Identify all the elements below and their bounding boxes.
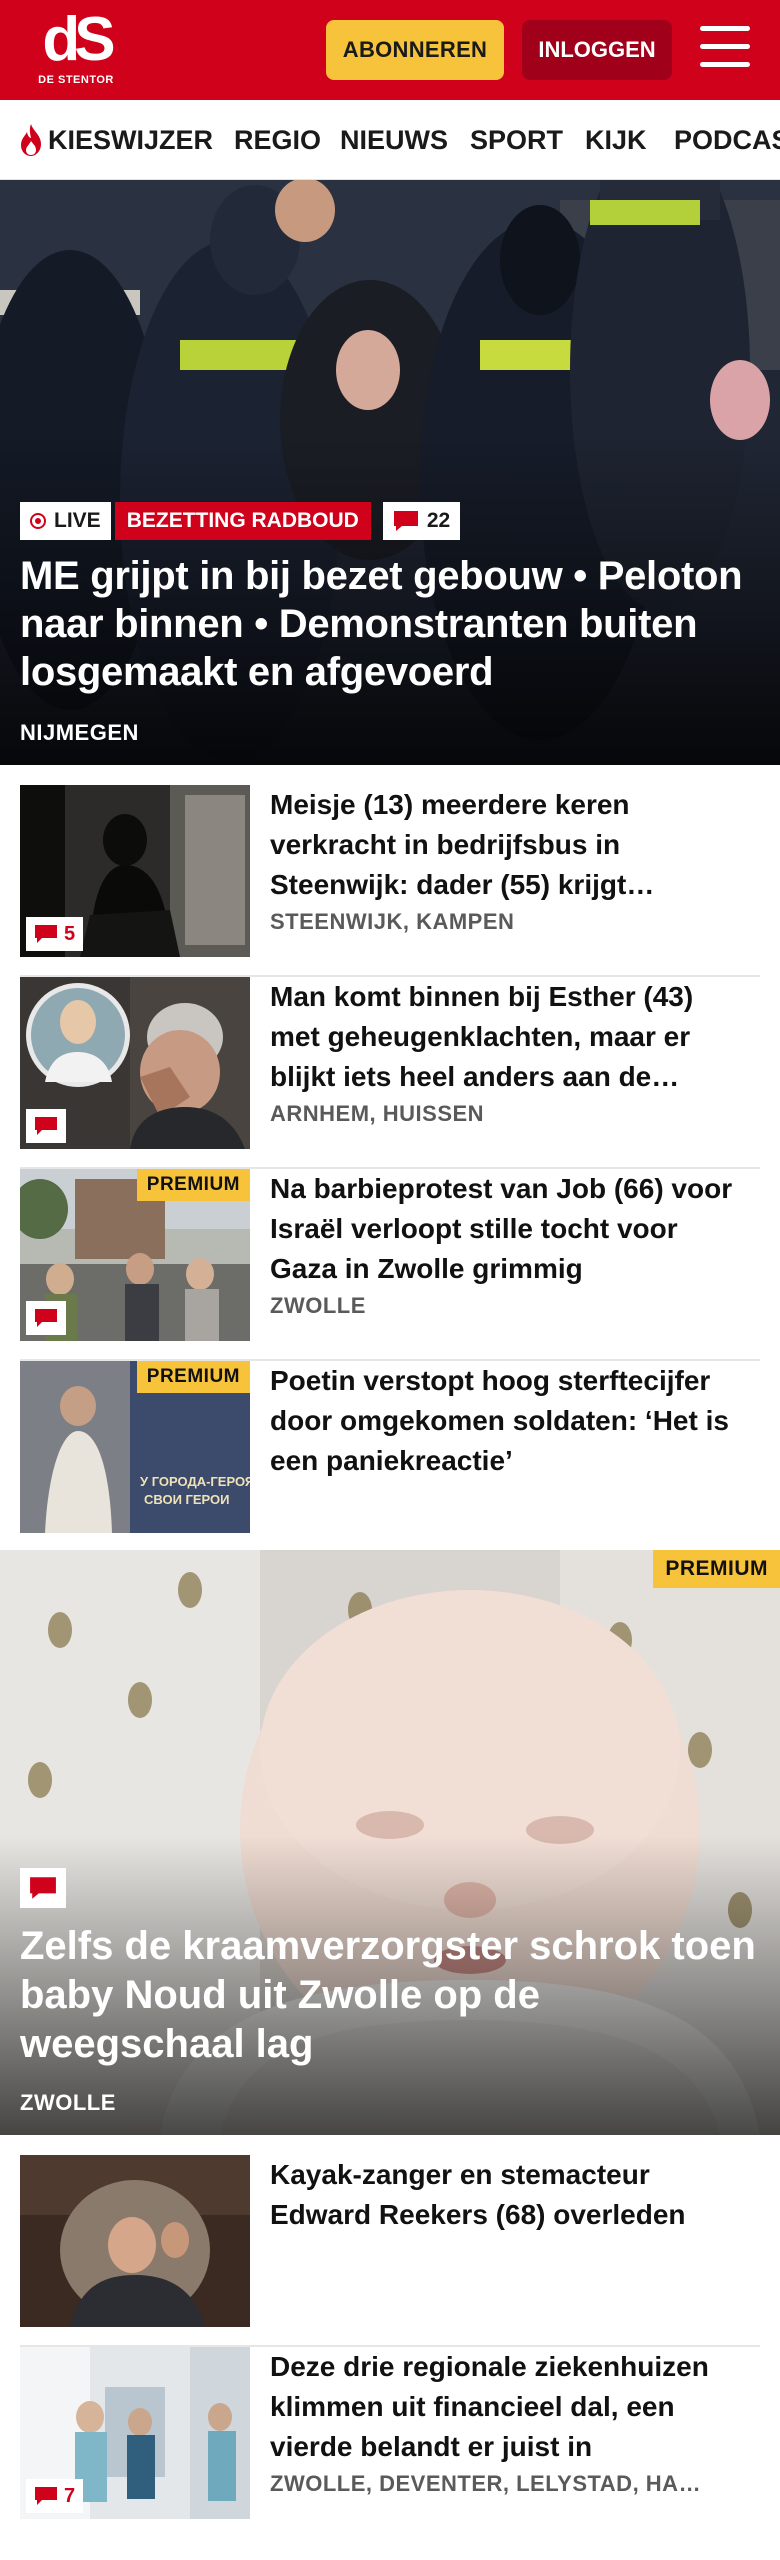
nav-item-kieswijzer[interactable]: KIESWIJZER [18, 100, 214, 179]
hamburger-icon[interactable] [700, 26, 750, 72]
premium-badge: PREMIUM [653, 1550, 780, 1588]
live-dot-icon [30, 513, 46, 529]
article-title[interactable]: Deze drie regionale ziekenhuizen klimmen… [270, 2347, 750, 2467]
hero-article[interactable]: LIVE BEZETTING RADBOUD 22 ME grijpt in b… [0, 180, 780, 765]
comment-badge[interactable] [20, 1868, 66, 1908]
list-item[interactable]: PREMIUM Na barbieprotest van Job (66) vo… [20, 1169, 760, 1361]
live-label: LIVE [54, 509, 101, 532]
premium-badge: PREMIUM [136, 1361, 250, 1393]
article-location: STEENWIJK, KAMPEN [270, 909, 515, 934]
feature-title[interactable]: Zelfs de kraamverzorgster schrok toen ba… [20, 1922, 760, 2069]
nav-label-kieswijzer: KIESWIJZER [48, 124, 214, 155]
article-thumbnail: 7 [20, 2347, 250, 2519]
main-nav: KIESWIJZER REGIO NIEUWS SPORT KIJK PODCA… [0, 100, 780, 180]
comment-count: 22 [426, 509, 451, 532]
premium-badge: PREMIUM [136, 1169, 250, 1201]
article-location: ZWOLLE [270, 1293, 366, 1318]
article-title[interactable]: Poetin verstopt hoog sterftecijfer door … [270, 1361, 750, 1481]
list-item[interactable]: Man komt binnen bij Esther (43) met gehe… [20, 977, 760, 1169]
article-title[interactable]: Meisje (13) meerdere keren verkracht in … [270, 785, 750, 905]
nav-item-nieuws[interactable]: NIEUWS [340, 100, 448, 179]
comment-count: 5 [64, 922, 76, 945]
hero-location: NIJMEGEN [20, 720, 139, 745]
subscribe-button[interactable]: ABONNEREN [326, 20, 504, 80]
live-badge: LIVE [20, 502, 111, 540]
flame-icon [21, 124, 41, 156]
hero-title[interactable]: ME grijpt in bij bezet gebouw • Peloton … [20, 552, 765, 696]
comment-icon [35, 1309, 57, 1327]
comment-icon [35, 2487, 57, 2505]
nav-item-podcasts[interactable]: PODCASTS [674, 100, 780, 179]
thumbnail-caption-line-2: СВОИ ГЕРОИ [144, 1492, 230, 1507]
site-header: dS DE STENTOR ABONNEREN INLOGGEN [0, 0, 780, 100]
topic-badge[interactable]: BEZETTING RADBOUD [114, 502, 371, 540]
comment-count: 7 [64, 2484, 76, 2507]
article-thumbnail: 5 [20, 785, 250, 957]
site-logo[interactable]: dS DE STENTOR [28, 5, 124, 90]
thumbnail-caption-line-1: У ГОРОДА-ГЕРОЯ [140, 1474, 250, 1489]
list-item[interactable]: 5 Meisje (13) meerdere keren verkracht i… [20, 785, 760, 977]
article-location: ARNHEM, HUISSEN [270, 1101, 485, 1126]
article-thumbnail: PREMIUM [20, 1169, 250, 1341]
nav-item-kijk[interactable]: KIJK [585, 100, 647, 179]
feature-location: ZWOLLE [20, 2090, 116, 2115]
logo-subtitle: DE STENTOR [38, 74, 114, 86]
comment-icon [35, 1117, 57, 1135]
login-button[interactable]: INLOGGEN [522, 20, 672, 80]
comment-icon [393, 511, 418, 531]
comment-badge[interactable]: 5 [26, 917, 84, 951]
hero-tags: LIVE BEZETTING RADBOUD 22 [20, 502, 461, 540]
article-title[interactable]: Kayak-zanger en stemacteur Edward Reeker… [270, 2155, 750, 2235]
article-thumbnail [20, 2155, 250, 2327]
article-location: ZWOLLE, DEVENTER, LELYSTAD, HA… [270, 2471, 702, 2496]
comment-icon [35, 925, 57, 943]
nav-item-regio[interactable]: REGIO [234, 100, 321, 179]
nav-item-sport[interactable]: SPORT [470, 100, 563, 179]
logo-mark: dS [42, 5, 115, 74]
list-item[interactable]: 7 Deze drie regionale ziekenhuizen klimm… [20, 2347, 760, 2539]
comment-badge[interactable] [26, 1301, 66, 1335]
article-title[interactable]: Man komt binnen bij Esther (43) met gehe… [270, 977, 750, 1097]
list-item[interactable]: Kayak-zanger en stemacteur Edward Reeker… [20, 2155, 760, 2347]
article-title[interactable]: Na barbieprotest van Job (66) voor Israë… [270, 1169, 750, 1289]
list-item[interactable]: У ГОРОДА-ГЕРОЯ СВОИ ГЕРОИ PREMIUM Poetin… [20, 1361, 760, 1553]
feature-article[interactable]: PREMIUM Zelfs de kraamverzorgster schrok… [0, 1550, 780, 2135]
article-thumbnail: У ГОРОДА-ГЕРОЯ СВОИ ГЕРОИ PREMIUM [20, 1361, 250, 1533]
comment-badge[interactable]: 22 [382, 502, 461, 540]
comment-badge[interactable]: 7 [26, 2479, 84, 2513]
article-thumbnail [20, 977, 250, 1149]
comment-icon [30, 1877, 56, 1899]
comment-badge[interactable] [26, 1109, 66, 1143]
